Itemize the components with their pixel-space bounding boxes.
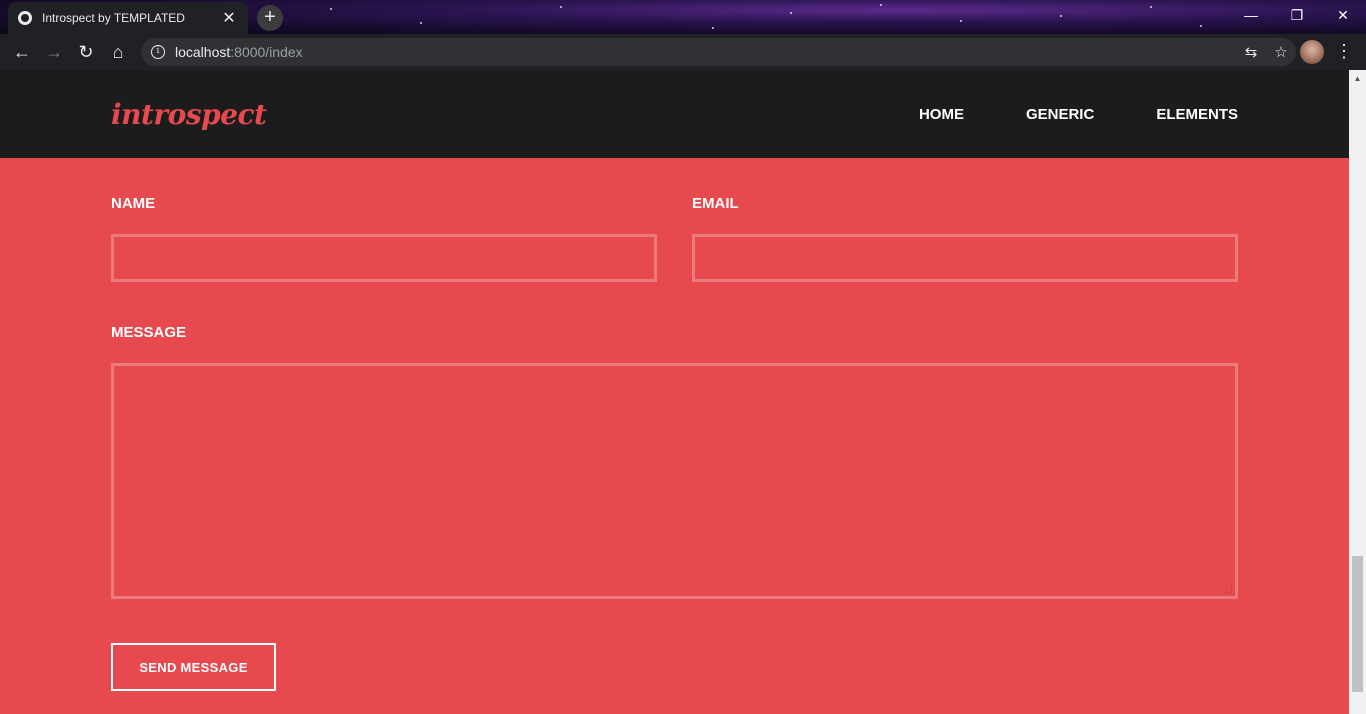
- email-input[interactable]: [692, 234, 1238, 282]
- bookmark-star-icon[interactable]: ☆: [1266, 43, 1296, 61]
- url-host: localhost: [175, 44, 231, 60]
- name-label: NAME: [111, 195, 156, 212]
- url-path: :8000/index: [230, 44, 303, 60]
- home-icon[interactable]: ⌂: [102, 36, 134, 68]
- site-logo[interactable]: introspect: [111, 98, 267, 131]
- tab-title: Introspect by TEMPLATED: [42, 11, 185, 25]
- main-nav: HOME GENERIC ELEMENTS: [857, 106, 1238, 123]
- message-textarea[interactable]: [111, 363, 1238, 599]
- resize-handle[interactable]: [1224, 585, 1232, 593]
- minimize-button[interactable]: —: [1228, 0, 1274, 30]
- address-bar[interactable]: i localhost:8000/index ⇆ ☆: [141, 38, 1296, 66]
- message-label: MESSAGE: [111, 324, 187, 341]
- globe-icon: [18, 11, 32, 25]
- page-scrollbar[interactable]: ▲: [1349, 70, 1366, 714]
- info-icon[interactable]: i: [151, 45, 165, 59]
- profile-avatar[interactable]: [1300, 40, 1324, 64]
- nav-generic[interactable]: GENERIC: [1026, 106, 1094, 123]
- restore-button[interactable]: ❐: [1274, 0, 1320, 30]
- name-input[interactable]: [111, 234, 657, 282]
- translate-icon[interactable]: ⇆: [1236, 43, 1266, 61]
- email-label: EMAIL: [692, 195, 739, 212]
- browser-tab-bar: Introspect by TEMPLATED ✕ + — ❐ ✕: [0, 0, 1366, 34]
- forward-icon[interactable]: →: [38, 36, 70, 68]
- browser-toolbar: ← → ↻ ⌂ i localhost:8000/index ⇆ ☆: [0, 34, 1366, 70]
- close-window-button[interactable]: ✕: [1320, 0, 1366, 30]
- back-icon[interactable]: ←: [6, 36, 38, 68]
- scroll-up-arrow-icon[interactable]: ▲: [1349, 70, 1366, 87]
- tab-close-icon[interactable]: ✕: [220, 8, 238, 28]
- reload-icon[interactable]: ↻: [70, 36, 102, 68]
- nav-home[interactable]: HOME: [919, 106, 964, 123]
- site-header: introspect HOME GENERIC ELEMENTS: [0, 70, 1349, 158]
- browser-tab[interactable]: Introspect by TEMPLATED ✕: [8, 2, 248, 34]
- new-tab-button[interactable]: +: [257, 5, 283, 31]
- nav-elements[interactable]: ELEMENTS: [1156, 106, 1238, 123]
- page-content: introspect HOME GENERIC ELEMENTS NAME EM…: [0, 70, 1349, 714]
- browser-menu-icon[interactable]: ⋮: [1334, 40, 1354, 64]
- scrollbar-thumb[interactable]: [1352, 556, 1363, 692]
- send-message-button[interactable]: SEND MESSAGE: [111, 643, 276, 691]
